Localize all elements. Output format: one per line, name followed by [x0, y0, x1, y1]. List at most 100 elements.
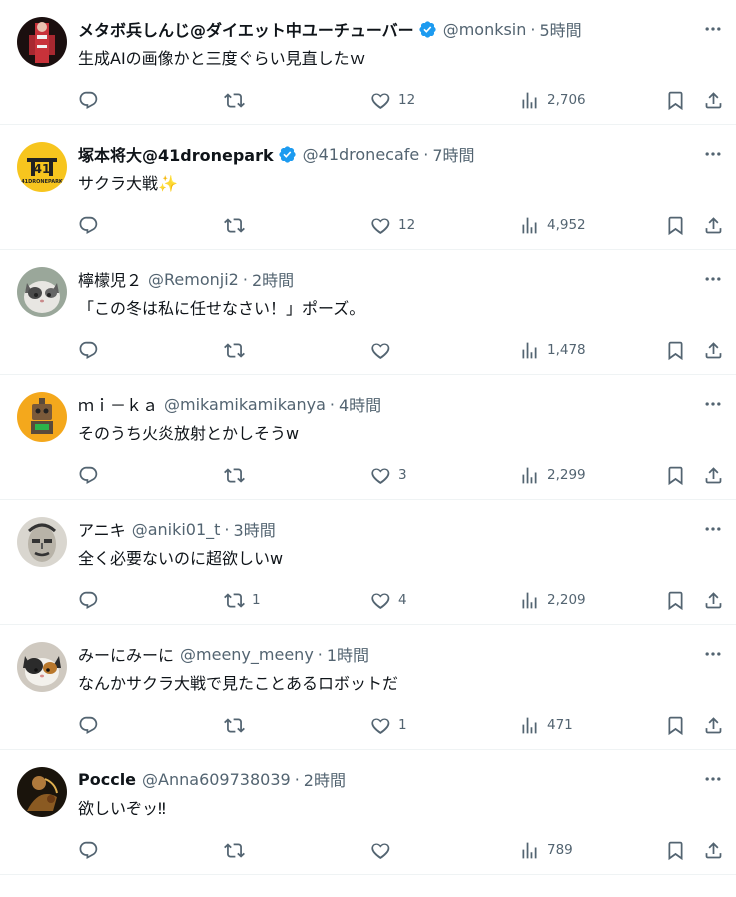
display-name[interactable]: 塚本将大@41dronepark [78, 142, 274, 166]
bookmark-icon [668, 841, 683, 860]
timestamp[interactable]: 3時間 [234, 517, 276, 541]
share-button[interactable] [703, 339, 724, 361]
more-icon[interactable] [702, 643, 724, 665]
user-handle[interactable]: @aniki01_t [132, 520, 221, 539]
reply-button[interactable] [78, 714, 106, 736]
tweet[interactable]: 41 41DRONEPARK 塚本将大@41dronepark @41dronec… [0, 125, 736, 250]
tweet[interactable]: みーにみーに @meeny_meeny · 1時間 なんかサクラ大戦で見たことあ… [0, 625, 736, 750]
user-handle[interactable]: @meeny_meeny [180, 645, 314, 664]
tweet[interactable]: メタボ兵しんじ@ダイエット中ユーチューバー @monksin · 5時間 生成A… [0, 0, 736, 125]
display-name[interactable]: Poccle [78, 770, 136, 789]
timestamp[interactable]: 2時間 [304, 767, 346, 791]
more-icon[interactable] [702, 143, 724, 165]
bookmark-button[interactable] [665, 839, 686, 861]
retweet-button[interactable] [224, 464, 252, 486]
bookmark-button[interactable] [665, 89, 686, 111]
tweet[interactable]: ｍｉ－ｋａ @mikamikamikanya · 4時間 そのうち火炎放射とかし… [0, 375, 736, 500]
share-icon [705, 591, 722, 608]
retweet-button[interactable] [224, 839, 252, 861]
tweet[interactable]: 檸檬児２ @Remonji2 · 2時間 「この冬は私に任せなさい！」ポーズ。 … [0, 250, 736, 375]
avatar[interactable] [17, 267, 67, 317]
timestamp[interactable]: 1時間 [327, 642, 369, 666]
user-handle[interactable]: @mikamikamikanya [164, 395, 326, 414]
svg-text:41: 41 [34, 162, 51, 176]
like-button[interactable]: 12 [370, 89, 415, 111]
tweet-text: 全く必要ないのに超欲しいw [78, 549, 284, 568]
views-button[interactable]: 2,299 [519, 464, 586, 486]
avatar[interactable] [17, 17, 67, 67]
action-bar: 789 [78, 839, 724, 861]
reply-button[interactable] [78, 89, 106, 111]
views-button[interactable]: 4,952 [519, 214, 586, 236]
more-icon[interactable] [702, 768, 724, 790]
reply-button[interactable] [78, 839, 106, 861]
display-name[interactable]: ｍｉ－ｋａ [78, 392, 158, 416]
like-button[interactable]: 12 [370, 214, 415, 236]
reply-button[interactable] [78, 339, 106, 361]
views-icon [522, 717, 537, 733]
views-icon [522, 467, 537, 483]
retweet-button[interactable] [224, 339, 252, 361]
bookmark-button[interactable] [665, 714, 686, 736]
views-button[interactable]: 1,478 [519, 339, 586, 361]
timestamp[interactable]: 2時間 [252, 267, 294, 291]
avatar[interactable] [17, 767, 67, 817]
views-button[interactable]: 789 [519, 839, 573, 861]
view-count: 4,952 [547, 217, 586, 233]
action-bar: 1,478 [78, 339, 724, 361]
view-count: 2,209 [547, 592, 586, 608]
reply-button[interactable] [78, 214, 106, 236]
bookmark-button[interactable] [665, 464, 686, 486]
bookmark-button[interactable] [665, 214, 686, 236]
avatar[interactable] [17, 392, 67, 442]
tweet[interactable]: アニキ @aniki01_t · 3時間 全く必要ないのに超欲しいw 1 4 2… [0, 500, 736, 625]
user-handle[interactable]: @Remonji2 [148, 270, 239, 289]
timestamp[interactable]: 4時間 [339, 392, 381, 416]
like-button[interactable]: 3 [370, 464, 407, 486]
separator: · [530, 19, 536, 39]
views-button[interactable]: 471 [519, 714, 573, 736]
user-handle[interactable]: @41dronecafe [303, 145, 420, 164]
timestamp[interactable]: 5時間 [539, 17, 581, 41]
user-handle[interactable]: @Anna609738039 [142, 770, 291, 789]
retweet-button[interactable] [224, 714, 252, 736]
display-name[interactable]: メタボ兵しんじ@ダイエット中ユーチューバー [78, 17, 414, 41]
timestamp[interactable]: 7時間 [432, 142, 474, 166]
share-button[interactable] [703, 464, 724, 486]
display-name[interactable]: 檸檬児２ [78, 267, 142, 291]
more-icon[interactable] [702, 518, 724, 540]
avatar[interactable]: 41 41DRONEPARK [17, 142, 67, 192]
retweet-button[interactable] [224, 89, 252, 111]
retweet-button[interactable]: 1 [224, 589, 261, 611]
display-name[interactable]: みーにみーに [78, 642, 174, 666]
share-button[interactable] [703, 214, 724, 236]
views-icon [522, 342, 537, 358]
display-name[interactable]: アニキ [78, 517, 126, 541]
user-handle[interactable]: @monksin [443, 20, 527, 39]
like-button[interactable]: 4 [370, 589, 407, 611]
reply-button[interactable] [78, 589, 106, 611]
share-button[interactable] [703, 589, 724, 611]
view-count: 2,299 [547, 467, 586, 483]
retweet-button[interactable] [224, 214, 252, 236]
views-icon [522, 842, 537, 858]
like-button[interactable]: 1 [370, 714, 407, 736]
more-icon[interactable] [702, 268, 724, 290]
like-button[interactable] [370, 839, 398, 861]
separator: · [224, 519, 230, 539]
views-button[interactable]: 2,209 [519, 589, 586, 611]
bookmark-button[interactable] [665, 339, 686, 361]
bookmark-button[interactable] [665, 589, 686, 611]
share-button[interactable] [703, 839, 724, 861]
views-button[interactable]: 2,706 [519, 89, 586, 111]
more-icon[interactable] [702, 393, 724, 415]
like-button[interactable] [370, 339, 398, 361]
avatar[interactable] [17, 642, 67, 692]
share-button[interactable] [703, 714, 724, 736]
avatar[interactable] [17, 517, 67, 567]
share-button[interactable] [703, 89, 724, 111]
more-icon[interactable] [702, 18, 724, 40]
tweet[interactable]: Poccle @Anna609738039 · 2時間 欲しいぞッ‼ 789 [0, 750, 736, 875]
action-bar: 12 4,952 [78, 214, 724, 236]
reply-button[interactable] [78, 464, 106, 486]
